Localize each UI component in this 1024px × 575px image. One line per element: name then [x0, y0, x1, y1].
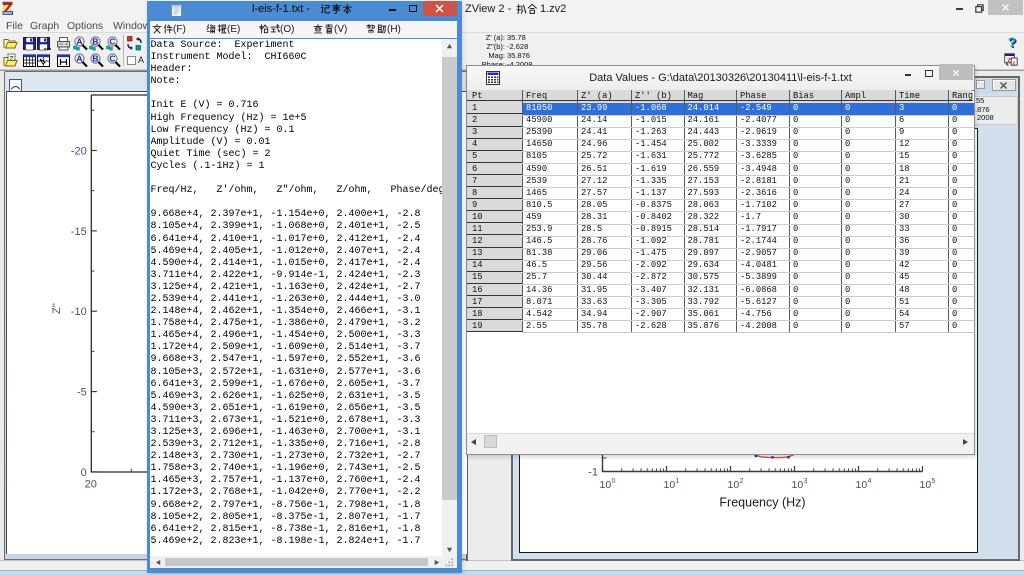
svg-text:10: 10: [599, 479, 611, 491]
svg-text:10: 10: [919, 479, 931, 491]
svg-text:C: C: [109, 36, 115, 46]
svg-text:4: 4: [867, 478, 871, 485]
svg-text:5: 5: [931, 478, 935, 485]
svg-text:-1: -1: [588, 467, 598, 479]
svg-text:z: z: [1013, 60, 1016, 66]
svg-text:10: 10: [663, 479, 675, 491]
svg-text:3: 3: [803, 478, 807, 485]
svg-text:10: 10: [727, 479, 739, 491]
svg-text:Z'': Z'': [51, 303, 63, 314]
svg-text:0: 0: [611, 478, 615, 485]
svg-text:-5: -5: [77, 386, 87, 398]
svg-text:1: 1: [675, 478, 679, 485]
svg-text:A: A: [76, 36, 82, 46]
svg-text:20: 20: [85, 478, 97, 490]
svg-text:0: 0: [81, 466, 87, 478]
svg-text:B: B: [92, 53, 98, 63]
svg-text:C: C: [109, 53, 115, 63]
svg-text:-10: -10: [71, 306, 87, 318]
svg-text:B: B: [92, 36, 98, 46]
svg-text:10: 10: [855, 479, 867, 491]
svg-text:-20: -20: [71, 145, 87, 157]
svg-text:10: 10: [791, 479, 803, 491]
svg-text:Frequency (Hz): Frequency (Hz): [719, 496, 805, 510]
svg-text:Z: Z: [1007, 56, 1011, 63]
svg-text:-15: -15: [71, 225, 87, 237]
svg-text:2: 2: [739, 478, 743, 485]
svg-text:A: A: [76, 53, 82, 63]
